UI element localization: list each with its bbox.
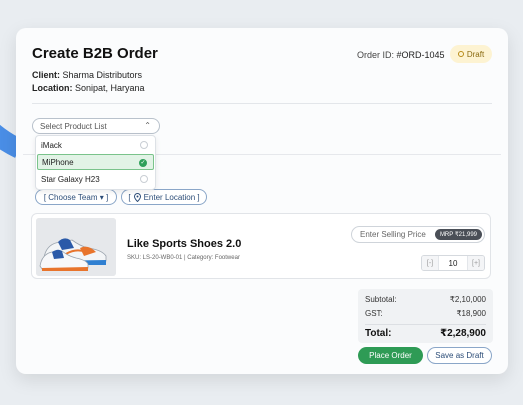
client-label: Client: (32, 70, 60, 80)
product-row: Like Sports Shoes 2.0 SKU: LS-20-WB0-01 … (31, 213, 491, 279)
order-id-label: Order ID: (357, 50, 395, 60)
location-label: Location: (32, 83, 73, 93)
product-image (36, 218, 116, 276)
option-label: iMack (41, 140, 62, 150)
location-pin-icon (133, 192, 141, 202)
product-sku: SKU: LS-20-WB0-01 | Category: Footwear (127, 255, 240, 261)
order-id-value: #ORD-1045 (396, 50, 445, 60)
order-id: Order ID: #ORD-1045 (357, 50, 445, 60)
location-bracket: [ (128, 192, 131, 202)
subtotal-value: ₹2,10,000 (449, 295, 486, 304)
mrp-badge: MRP ₹21,999 (434, 229, 482, 240)
choose-team-button[interactable]: [ Choose Team ▾ ] (35, 189, 117, 205)
page-title: Create B2B Order (32, 45, 158, 62)
total-row: Total: ₹2,28,900 (365, 324, 486, 339)
radio-icon (140, 141, 148, 149)
location-value: Sonipat, Haryana (75, 83, 145, 93)
gst-label: GST: (365, 309, 383, 318)
dropdown-option-imack[interactable]: iMack (37, 137, 154, 153)
enter-location-button[interactable]: [ Enter Location ] (121, 189, 207, 205)
product-list-select[interactable]: Select Product List ⌃ (32, 118, 160, 134)
product-list-dropdown: iMack MiPhone ✓ Star Galaxy H23 (35, 135, 156, 190)
client-value: Sharma Distributors (62, 70, 143, 80)
check-icon: ✓ (139, 159, 147, 167)
dropdown-option-miphone[interactable]: MiPhone ✓ (37, 154, 154, 170)
increment-button[interactable]: [+] (468, 256, 484, 270)
enter-location-label: Enter Location ] (143, 192, 200, 202)
location-line: Location: Sonipat, Haryana (32, 83, 145, 93)
ring-icon (457, 51, 464, 57)
choose-team-label: [ Choose Team ▾ ] (43, 192, 109, 202)
dropdown-option-star-galaxy[interactable]: Star Galaxy H23 (37, 171, 154, 187)
subtotal-row: Subtotal: ₹2,10,000 (365, 295, 486, 304)
status-label: Draft (466, 49, 485, 59)
client-line: Client: Sharma Distributors (32, 70, 142, 80)
divider (32, 103, 492, 104)
product-name: Like Sports Shoes 2.0 (127, 238, 242, 250)
place-order-button[interactable]: Place Order (358, 347, 423, 364)
order-summary: Subtotal: ₹2,10,000 GST: ₹18,900 Total: … (358, 289, 493, 343)
status-badge: Draft (450, 45, 492, 63)
quantity-value[interactable]: 10 (438, 256, 468, 270)
order-card: Create B2B Order Client: Sharma Distribu… (16, 28, 508, 374)
radio-icon (140, 175, 148, 183)
total-value: ₹2,28,900 (440, 328, 486, 339)
option-label: Star Galaxy H23 (41, 174, 100, 184)
save-draft-button[interactable]: Save as Draft (427, 347, 492, 364)
gst-row: GST: ₹18,900 (365, 309, 486, 318)
gst-value: ₹18,900 (456, 309, 486, 318)
total-label: Total: (365, 328, 392, 339)
price-placeholder: Enter Selling Price (360, 230, 426, 239)
subtotal-label: Subtotal: (365, 295, 397, 304)
chevron-up-icon: ⌃ (144, 121, 151, 130)
quantity-stepper: [-] 10 [+] (421, 255, 485, 271)
select-placeholder: Select Product List (40, 121, 107, 131)
shoe-image (36, 218, 116, 276)
selling-price-input[interactable]: Enter Selling Price MRP ₹21,999 (351, 226, 485, 243)
option-label: MiPhone (42, 157, 74, 167)
decrement-button[interactable]: [-] (422, 256, 438, 270)
